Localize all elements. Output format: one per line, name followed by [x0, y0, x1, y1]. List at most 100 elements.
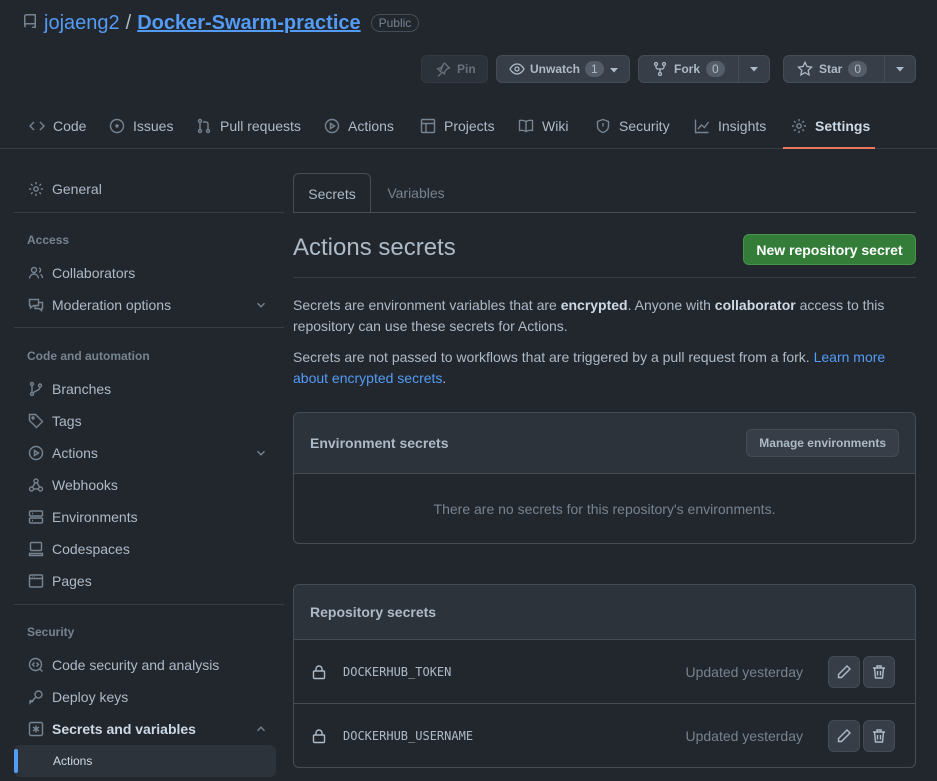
fork-button[interactable]: Fork 0: [638, 55, 770, 83]
watch-label: Unwatch: [530, 62, 581, 76]
tab-secrets[interactable]: Secrets: [293, 173, 371, 213]
tab-settings[interactable]: Settings: [783, 104, 875, 149]
sidebar-item-webhooks[interactable]: Webhooks: [14, 470, 276, 500]
sidebar-item-moderation-options[interactable]: Moderation options: [14, 290, 276, 320]
pin-icon: [435, 61, 451, 77]
trash-icon: [871, 664, 887, 680]
star-button[interactable]: Star 0: [783, 55, 916, 83]
sidebar-item-secrets-and-variables[interactable]: Secrets and variables: [14, 714, 276, 744]
repo-nav: Code Issues Pull requests Actions Projec…: [0, 104, 937, 149]
repo-name-link[interactable]: Docker-Swarm-practice: [137, 12, 360, 35]
fork-dropdown[interactable]: [737, 56, 769, 82]
sidebar-item-general[interactable]: General: [14, 174, 276, 204]
sidebar-item-branches[interactable]: Branches: [14, 374, 276, 404]
codespaces-icon: [28, 541, 44, 557]
tab-code[interactable]: Code: [29, 104, 86, 148]
sidebar-item-deploy-keys[interactable]: Deploy keys: [14, 682, 276, 712]
star-label: Star: [819, 62, 843, 76]
star-icon: [797, 61, 813, 77]
pull-request-icon: [196, 118, 212, 134]
pencil-icon: [836, 664, 852, 680]
description-emphasis: encrypted: [560, 297, 628, 313]
watch-button[interactable]: Unwatch 1: [496, 55, 630, 83]
sidebar-item-tags[interactable]: Tags: [14, 406, 276, 436]
repo-title: jojaeng2 / Docker-Swarm-practice Public: [44, 10, 420, 36]
tab-projects-label: Projects: [444, 118, 495, 134]
tab-security[interactable]: Security: [595, 104, 670, 148]
repository-secrets-box: Repository secrets DOCKERHUB_TOKEN Updat…: [293, 584, 916, 768]
key-icon: [28, 689, 44, 705]
tab-insights-label: Insights: [718, 118, 767, 134]
new-repository-secret-button[interactable]: New repository secret: [743, 234, 916, 265]
sidebar-item-label: Secrets and variables: [52, 721, 196, 737]
edit-secret-button[interactable]: [828, 720, 860, 752]
tag-icon: [28, 413, 44, 429]
tab-insights[interactable]: Insights: [694, 104, 766, 148]
shield-icon: [595, 118, 611, 134]
sidebar-item-label: Environments: [52, 509, 138, 525]
chevron-down-icon: [749, 64, 759, 74]
sidebar-item-codespaces[interactable]: Codespaces: [14, 534, 276, 564]
graph-icon: [694, 118, 710, 134]
tab-pull-requests[interactable]: Pull requests: [196, 104, 301, 148]
tab-actions[interactable]: Actions: [324, 104, 394, 148]
sidebar-heading-security: Security: [27, 625, 75, 639]
tab-projects[interactable]: Projects: [420, 104, 495, 148]
star-dropdown[interactable]: [883, 56, 915, 82]
book-icon: [518, 118, 534, 134]
sidebar-item-label: Codespaces: [52, 541, 130, 557]
tab-wiki-label: Wiki: [542, 118, 569, 134]
secret-name: DOCKERHUB_TOKEN: [343, 664, 452, 679]
lock-icon: [311, 728, 327, 744]
tab-issues[interactable]: Issues: [109, 104, 173, 148]
edit-secret-button[interactable]: [828, 655, 860, 688]
tab-wiki[interactable]: Wiki: [518, 104, 568, 148]
manage-environments-button[interactable]: Manage environments: [746, 429, 899, 457]
secrets-description: Secrets are environment variables that a…: [293, 295, 903, 337]
comment-discussion-icon: [28, 297, 44, 313]
sidebar-item-pages[interactable]: Pages: [14, 566, 276, 596]
trash-icon: [871, 728, 887, 744]
gear-icon: [791, 118, 807, 134]
webhook-icon: [28, 477, 44, 493]
repository-secrets-header: Repository secrets: [294, 585, 915, 640]
chevron-down-icon[interactable]: [609, 65, 619, 75]
delete-secret-button[interactable]: [863, 720, 895, 752]
sidebar-item-actions[interactable]: Actions: [14, 438, 276, 468]
sidebar-item-label: General: [52, 181, 102, 197]
secret-updated: Updated yesterday: [685, 728, 803, 744]
tab-code-label: Code: [53, 118, 87, 134]
sidebar-item-label: Deploy keys: [52, 689, 129, 705]
sidebar-item-environments[interactable]: Environments: [14, 502, 276, 532]
pencil-icon: [836, 728, 852, 744]
play-icon: [324, 118, 340, 134]
table-icon: [420, 118, 436, 134]
sidebar-item-label: Tags: [52, 413, 82, 429]
people-icon: [28, 265, 44, 281]
sidebar-item-label: Collaborators: [52, 265, 136, 281]
lock-icon: [311, 664, 327, 680]
tab-variables[interactable]: Variables: [375, 173, 457, 213]
sidebar-divider: [14, 212, 284, 213]
chevron-up-icon: [254, 722, 268, 736]
delete-secret-button[interactable]: [863, 655, 895, 688]
repo-owner-link[interactable]: jojaeng2: [44, 12, 120, 35]
description-text: Secrets are environment variables that a…: [293, 297, 561, 313]
fork-count: 0: [706, 61, 725, 77]
sidebar-subitem-actions[interactable]: Actions: [14, 745, 276, 777]
chevron-down-icon: [895, 64, 905, 74]
sidebar-item-collaborators[interactable]: Collaborators: [14, 258, 276, 288]
title-divider: [293, 277, 916, 278]
warning-text: Secrets are not passed to workflows that…: [293, 349, 814, 365]
gear-icon: [28, 181, 44, 197]
description-emphasis: collaborator: [714, 297, 796, 313]
description-text: . Anyone with: [627, 297, 715, 313]
tab-pull-requests-label: Pull requests: [220, 118, 301, 134]
fork-warning: Secrets are not passed to workflows that…: [293, 347, 903, 389]
star-count: 0: [848, 61, 868, 77]
fork-icon: [652, 61, 668, 77]
visibility-badge: Public: [370, 14, 420, 32]
sidebar-item-code-security[interactable]: Code security and analysis: [14, 650, 276, 680]
warning-text: .: [442, 370, 447, 386]
pin-button[interactable]: Pin: [421, 55, 488, 83]
